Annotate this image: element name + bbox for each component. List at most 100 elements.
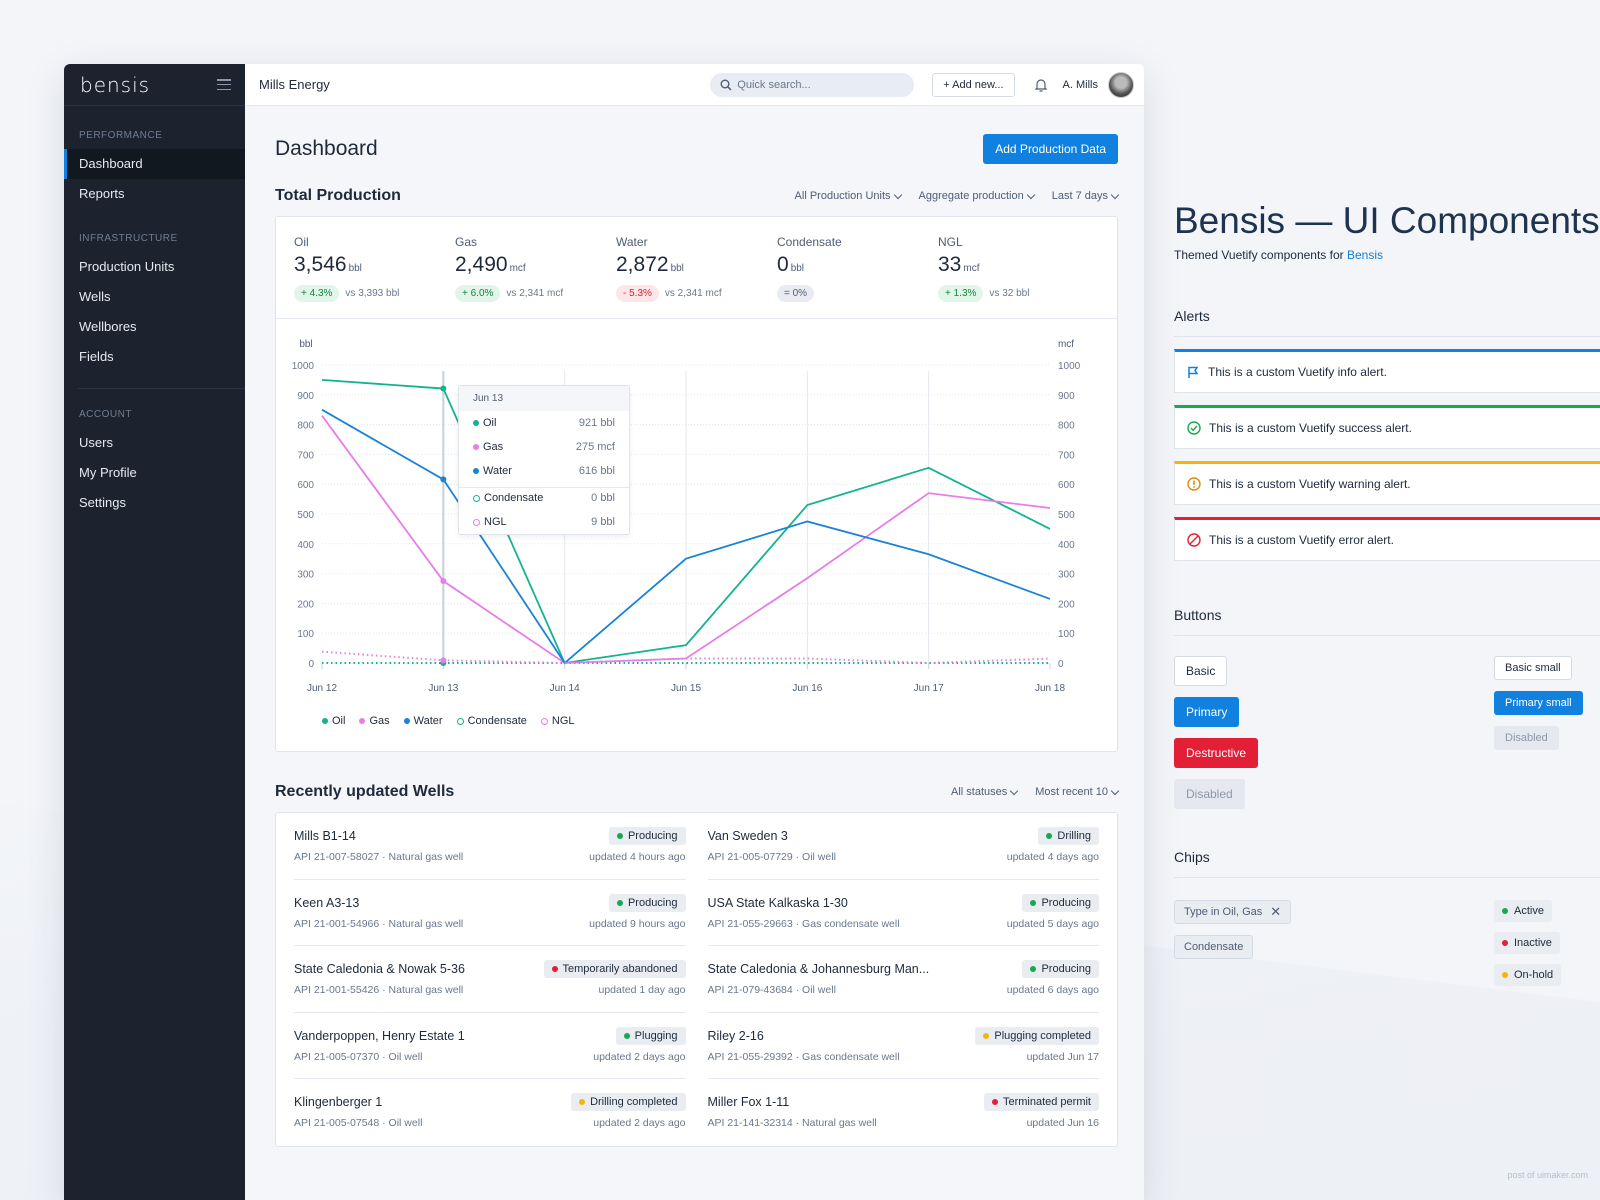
well-name[interactable]: Mills B1-14 <box>294 829 356 843</box>
legend-label: Condensate <box>467 715 527 727</box>
sidebar-header: bensis <box>64 64 245 106</box>
well-name[interactable]: Vanderpoppen, Henry Estate 1 <box>294 1029 465 1043</box>
primary-button[interactable]: Primary <box>1174 697 1240 727</box>
sidebar-item-wells[interactable]: Wells <box>64 282 245 312</box>
well-list-item[interactable]: Van Sweden 3 Drilling API 21-005-07729 · O… <box>707 813 1099 880</box>
stat-compare: vs 32 bbl <box>989 288 1030 299</box>
status-chip-active[interactable]: Active <box>1494 900 1552 922</box>
filter-chip[interactable]: Type in Oil, Gas ✕ <box>1174 900 1292 924</box>
alerts-list: This is a custom Vuetify info alert. This… <box>1174 349 1600 561</box>
well-updated: updated 1 day ago <box>598 984 686 996</box>
series-point-ngl <box>440 657 447 664</box>
well-list-item[interactable]: Mills B1-14 Producing API 21-007-58027 · N… <box>294 813 686 880</box>
well-list-item[interactable]: USA State Kalkaska 1-30 Producing API 21-0… <box>707 880 1099 946</box>
well-list-item[interactable]: State Caledonia & Johannesburg Man... Pro… <box>707 946 1099 1013</box>
y-axis-label: bbl <box>299 339 312 350</box>
add-production-data-button[interactable]: Add Production Data <box>983 134 1118 164</box>
menu-icon[interactable] <box>217 79 231 90</box>
x-tick-label: Jun 14 <box>550 683 580 694</box>
primary-small-button[interactable]: Primary small <box>1494 691 1583 715</box>
tooltip-series-name: Gas <box>483 441 504 453</box>
well-list-item[interactable]: Miller Fox 1-11 Terminated permit API 21-1… <box>708 1079 1099 1146</box>
legend-marker-icon <box>540 717 548 725</box>
sidebar-item-reports[interactable]: Reports <box>64 179 245 209</box>
chevron-down-icon <box>1009 786 1019 795</box>
well-name[interactable]: Van Sweden 3 <box>708 829 788 843</box>
components-title: Bensis — UI Components <box>1174 200 1600 241</box>
well-name[interactable]: State Caledonia & Nowak 5-36 <box>294 962 465 976</box>
condensate-chip[interactable]: Condensate <box>1174 935 1254 959</box>
legend-item-ngl[interactable]: NGL <box>540 715 575 727</box>
status-chip-inactive[interactable]: Inactive <box>1494 932 1560 954</box>
basic-small-button[interactable]: Basic small <box>1494 656 1572 680</box>
filter-aggregate[interactable]: Aggregate production <box>918 190 1035 202</box>
destructive-button[interactable]: Destructive <box>1174 738 1259 768</box>
stat-condensate: Condensate 0 bbl = 0% <box>777 235 938 302</box>
sidebar-item-production-units[interactable]: Production Units <box>64 252 245 282</box>
well-name[interactable]: Keen A3-13 <box>294 896 359 910</box>
filter-statuses[interactable]: All statuses <box>951 786 1019 798</box>
legend-item-condensate[interactable]: Condensate <box>456 715 527 727</box>
sidebar-item-wellbores[interactable]: Wellbores <box>64 312 245 342</box>
sidebar-item-my-profile[interactable]: My Profile <box>78 458 245 488</box>
stat-unit: bbl <box>790 263 805 274</box>
status-dot-icon <box>1502 940 1508 946</box>
add-new-button[interactable]: + Add new... <box>932 72 1015 97</box>
filter-label: Aggregate production <box>918 190 1024 202</box>
search-box[interactable] <box>710 72 915 97</box>
sidebar-item-dashboard[interactable]: Dashboard <box>64 149 245 179</box>
legend-item-oil[interactable]: Oil <box>322 715 345 727</box>
status-label: Plugging <box>634 1029 678 1042</box>
avatar[interactable] <box>1108 71 1134 98</box>
status-badge: Drilling completed <box>571 1093 686 1111</box>
filter-most-recent[interactable]: Most recent 10 <box>1035 786 1120 798</box>
sidebar-item-users[interactable]: Users <box>78 428 245 458</box>
y2-tick-label: 0 <box>1058 659 1064 670</box>
legend-item-gas[interactable]: Gas <box>359 715 390 727</box>
well-list-item[interactable]: Klingenberger 1 Drilling completed API 21-… <box>294 1079 686 1146</box>
stat-value: 0 <box>777 253 789 276</box>
bensis-link[interactable]: Bensis <box>1347 248 1383 262</box>
close-icon[interactable]: ✕ <box>1270 904 1281 920</box>
well-name[interactable]: Riley 2-16 <box>708 1029 764 1043</box>
well-updated: updated 2 days ago <box>593 1117 686 1129</box>
well-updated: updated 9 hours ago <box>589 917 686 930</box>
notifications-bell-icon[interactable] <box>1034 78 1047 92</box>
y-tick-label: 900 <box>297 391 314 402</box>
y2-tick-label: 900 <box>1058 391 1075 402</box>
chevron-down-icon <box>893 190 902 199</box>
legend-label: Water <box>413 715 443 727</box>
line-chart[interactable]: bbl mcf 0 0 100 100 200 200 300 300 400 400 500 500 60… <box>276 319 1096 751</box>
well-list-item[interactable]: Riley 2-16 Plugging completed API 21-055-2… <box>707 1013 1099 1079</box>
status-badge: Temporarily abandoned <box>543 960 686 978</box>
well-meta: API 21-005-07729 · Oil well <box>707 851 836 863</box>
well-name[interactable]: USA State Kalkaska 1-30 <box>708 896 848 910</box>
search-input[interactable] <box>737 78 898 91</box>
filter-production-units[interactable]: All Production Units <box>795 190 902 202</box>
tooltip-series-value: 275 mcf <box>575 441 615 453</box>
well-name[interactable]: Miller Fox 1-11 <box>708 1095 790 1109</box>
well-meta: API 21-001-55426 · Natural gas well <box>294 984 464 996</box>
y2-tick-label: 400 <box>1058 540 1075 551</box>
well-name[interactable]: State Caledonia & Johannesburg Man... <box>708 962 930 976</box>
chips-heading: Chips <box>1174 849 1600 878</box>
alert-info: This is a custom Vuetify info alert. <box>1174 349 1600 393</box>
status-badge: Producing <box>608 893 686 912</box>
filter-date-range[interactable]: Last 7 days <box>1052 190 1120 202</box>
sidebar-heading: ACCOUNT <box>79 409 132 420</box>
stat-value: 2,490 <box>455 253 508 276</box>
components-subtitle: Themed Vuetify components for Bensis <box>1174 248 1600 262</box>
stat-oil: Oil 3,546 bbl + 4.3% vs 3,393 bbl <box>294 235 455 302</box>
chip-label: Condensate <box>1184 941 1244 953</box>
user-name[interactable]: A. Mills <box>1063 79 1098 91</box>
basic-button[interactable]: Basic <box>1174 656 1228 686</box>
status-chip-on-hold[interactable]: On-hold <box>1494 964 1562 986</box>
well-list-item[interactable]: Vanderpoppen, Henry Estate 1 Plugging API … <box>294 1013 686 1079</box>
well-name[interactable]: Klingenberger 1 <box>294 1095 382 1109</box>
sidebar-item-fields[interactable]: Fields <box>64 342 245 372</box>
stat-gas: Gas 2,490 mcf + 6.0% vs 2,341 mcf <box>455 235 616 302</box>
well-list-item[interactable]: State Caledonia & Nowak 5-36 Temporarily … <box>294 946 686 1013</box>
well-list-item[interactable]: Keen A3-13 Producing API 21-001-54966 · Na… <box>294 880 686 946</box>
sidebar-item-settings[interactable]: Settings <box>78 488 245 518</box>
legend-item-water[interactable]: Water <box>403 715 443 727</box>
